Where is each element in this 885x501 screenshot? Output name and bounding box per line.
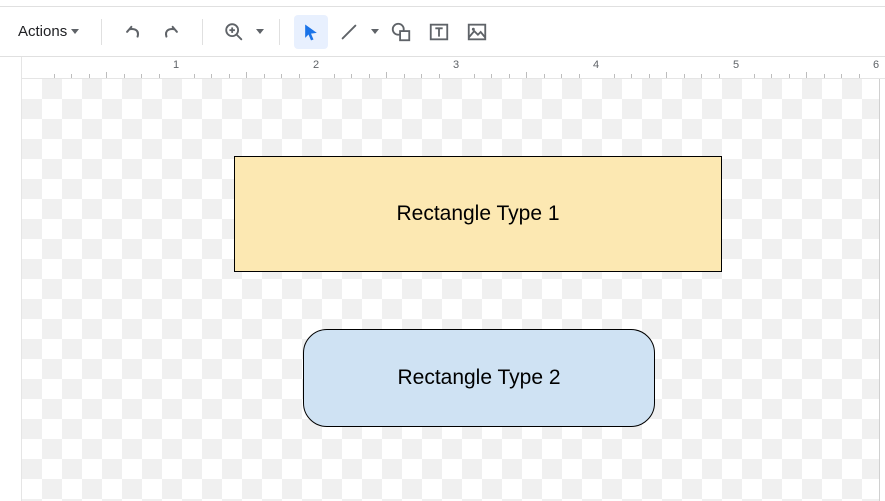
redo-button[interactable] <box>154 15 188 49</box>
ruler-mark: 6 <box>873 59 879 80</box>
textbox-tool-button[interactable] <box>422 15 456 49</box>
actions-menu-button[interactable]: Actions <box>10 17 87 46</box>
zoom-button[interactable] <box>217 15 251 49</box>
image-icon <box>466 21 488 43</box>
ruler-mark: 2 <box>313 59 319 80</box>
toolbar: Actions <box>0 7 885 57</box>
separator <box>279 19 280 45</box>
shape-label: Rectangle Type 1 <box>396 202 559 226</box>
workspace: 1 2 3 4 5 6 Rectangle Type 1 Rectangle Type 2 <box>0 57 885 501</box>
caret-down-icon <box>71 29 79 34</box>
separator <box>101 19 102 45</box>
line-icon <box>338 21 360 43</box>
shape-icon <box>390 21 412 43</box>
top-border <box>0 0 885 7</box>
horizontal-ruler[interactable]: 1 2 3 4 5 6 <box>22 57 885 79</box>
undo-icon <box>122 21 144 43</box>
redo-icon <box>160 21 182 43</box>
cursor-icon <box>301 22 321 42</box>
caret-down-icon <box>371 29 379 34</box>
line-tool-button[interactable] <box>332 15 366 49</box>
shape-rectangle-2[interactable]: Rectangle Type 2 <box>303 329 655 427</box>
select-tool-button[interactable] <box>294 15 328 49</box>
canvas[interactable]: Rectangle Type 1 Rectangle Type 2 <box>22 79 885 501</box>
undo-button[interactable] <box>116 15 150 49</box>
ruler-mark: 1 <box>173 59 179 80</box>
textbox-icon <box>428 21 450 43</box>
shape-rectangle-1[interactable]: Rectangle Type 1 <box>234 156 722 272</box>
ruler-mark: 5 <box>733 59 739 80</box>
zoom-dropdown[interactable] <box>251 25 265 38</box>
shape-tool-button[interactable] <box>384 15 418 49</box>
zoom-icon <box>223 21 245 43</box>
caret-down-icon <box>256 29 264 34</box>
image-tool-button[interactable] <box>460 15 494 49</box>
separator <box>202 19 203 45</box>
shape-label: Rectangle Type 2 <box>397 366 560 390</box>
vertical-ruler[interactable] <box>0 57 22 501</box>
ruler-mark: 3 <box>453 59 459 80</box>
canvas-edge <box>879 79 885 501</box>
actions-label: Actions <box>18 23 67 40</box>
ruler-mark: 4 <box>593 59 599 80</box>
line-dropdown[interactable] <box>366 25 380 38</box>
